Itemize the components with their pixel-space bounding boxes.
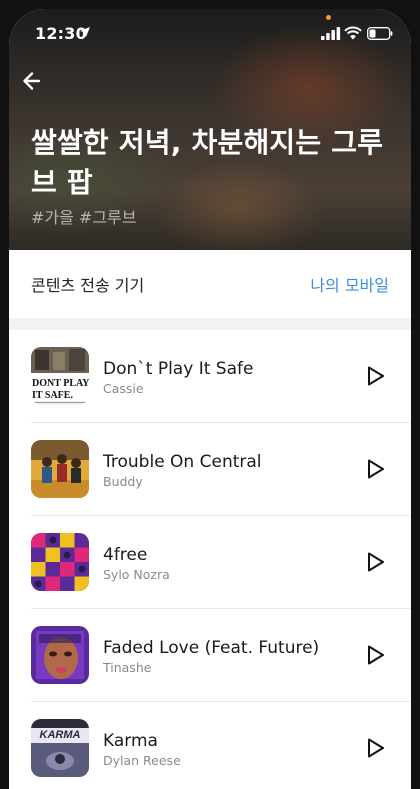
play-icon[interactable] bbox=[363, 643, 387, 667]
track-artist: Buddy bbox=[103, 474, 143, 489]
back-arrow-icon[interactable] bbox=[19, 66, 49, 96]
play-icon[interactable] bbox=[363, 550, 387, 574]
wifi-icon bbox=[344, 26, 362, 40]
playlist-header: 12:30 쌀쌀한 저녁, 차분해지는 그루브 팝 #가을 #그루브 bbox=[9, 9, 411, 250]
cellular-signal-icon bbox=[321, 27, 341, 40]
album-art bbox=[31, 533, 89, 591]
track-artist: Cassie bbox=[103, 381, 144, 396]
battery-icon bbox=[367, 27, 393, 40]
track-title: 4free bbox=[103, 545, 148, 565]
track-title: Trouble On Central bbox=[103, 452, 262, 472]
playlist-tags: #가을 #그루브 bbox=[31, 208, 137, 227]
screen: 12:30 쌀쌀한 저녁, 차분해지는 그루브 팝 #가을 #그루브 콘텐츠 전… bbox=[9, 9, 411, 789]
track-row[interactable]: Trouble On Central Buddy bbox=[9, 423, 411, 516]
track-row[interactable]: DONT PLAY IT SAFE. Don`t Play It Safe Ca… bbox=[9, 330, 411, 423]
track-row[interactable]: Faded Love (Feat. Future) Tinashe bbox=[9, 609, 411, 702]
album-art: DONT PLAY IT SAFE. bbox=[31, 347, 89, 405]
track-title: Faded Love (Feat. Future) bbox=[103, 638, 320, 658]
track-row[interactable]: 4free Sylo Nozra bbox=[9, 516, 411, 609]
svg-text:DONT PLAY: DONT PLAY bbox=[32, 378, 89, 389]
section-divider bbox=[9, 318, 411, 330]
status-bar: 12:30 bbox=[9, 9, 411, 57]
track-title: Don`t Play It Safe bbox=[103, 359, 254, 379]
track-artist: Tinashe bbox=[103, 660, 152, 675]
svg-text:IT SAFE.: IT SAFE. bbox=[32, 390, 73, 401]
album-art bbox=[31, 626, 89, 684]
output-device-label: 콘텐츠 전송 기기 bbox=[31, 276, 145, 295]
playlist-title: 쌀쌀한 저녁, 차분해지는 그루브 팝 bbox=[31, 126, 384, 199]
album-art: KARMA bbox=[31, 719, 89, 777]
output-device-link[interactable]: 나의 모바일 bbox=[310, 272, 389, 296]
play-icon[interactable] bbox=[363, 364, 387, 388]
track-artist: Sylo Nozra bbox=[103, 567, 170, 582]
notification-dot bbox=[326, 15, 331, 20]
track-artist: Dylan Reese bbox=[103, 753, 181, 768]
track-row[interactable]: KARMA Karma Dylan Reese bbox=[9, 702, 411, 789]
phone-frame: 12:30 쌀쌀한 저녁, 차분해지는 그루브 팝 #가을 #그루브 콘텐츠 전… bbox=[0, 0, 420, 789]
output-device-row[interactable]: 콘텐츠 전송 기기 나의 모바일 bbox=[9, 250, 411, 318]
album-art bbox=[31, 440, 89, 498]
play-icon[interactable] bbox=[363, 736, 387, 760]
play-icon[interactable] bbox=[363, 457, 387, 481]
track-title: Karma bbox=[103, 731, 158, 751]
svg-text:KARMA: KARMA bbox=[40, 729, 81, 741]
track-list: DONT PLAY IT SAFE. Don`t Play It Safe Ca… bbox=[9, 330, 411, 789]
location-icon bbox=[80, 27, 90, 37]
